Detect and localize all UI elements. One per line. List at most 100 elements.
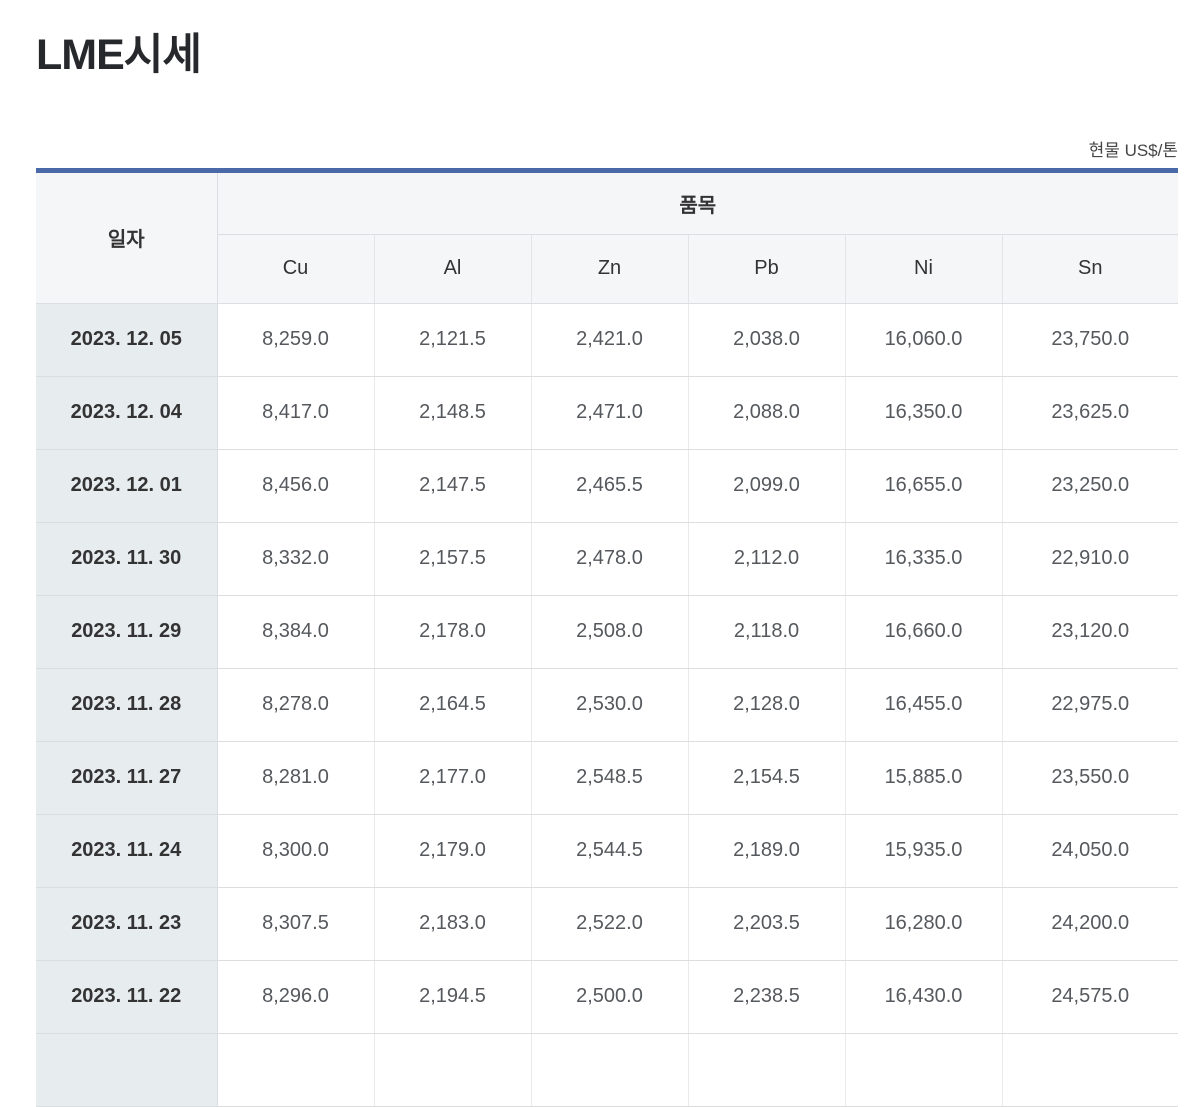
table-row-partial: [36, 1033, 1178, 1106]
price-cell-pb: 2,099.0: [688, 449, 845, 522]
date-cell: 2023. 11. 28: [36, 668, 217, 741]
table-row: 2023. 12. 058,259.02,121.52,421.02,038.0…: [36, 303, 1178, 376]
price-cell-pb: 2,189.0: [688, 814, 845, 887]
price-cell-empty: [1002, 1033, 1178, 1106]
price-cell-al: 2,148.5: [374, 376, 531, 449]
price-cell-al: 2,147.5: [374, 449, 531, 522]
price-cell-ni: 16,280.0: [845, 887, 1002, 960]
price-cell-cu: 8,300.0: [217, 814, 374, 887]
column-header-ni: Ni: [845, 234, 1002, 303]
price-cell-pb: 2,128.0: [688, 668, 845, 741]
price-cell-sn: 23,625.0: [1002, 376, 1178, 449]
price-cell-sn: 23,750.0: [1002, 303, 1178, 376]
price-cell-ni: 16,430.0: [845, 960, 1002, 1033]
table-row: 2023. 11. 228,296.02,194.52,500.02,238.5…: [36, 960, 1178, 1033]
date-cell: 2023. 11. 29: [36, 595, 217, 668]
price-cell-cu: 8,384.0: [217, 595, 374, 668]
table-row: 2023. 11. 298,384.02,178.02,508.02,118.0…: [36, 595, 1178, 668]
price-cell-empty: [531, 1033, 688, 1106]
price-cell-cu: 8,332.0: [217, 522, 374, 595]
table-body: 2023. 12. 058,259.02,121.52,421.02,038.0…: [36, 303, 1178, 1106]
price-cell-al: 2,164.5: [374, 668, 531, 741]
price-cell-pb: 2,238.5: [688, 960, 845, 1033]
price-cell-zn: 2,500.0: [531, 960, 688, 1033]
price-cell-cu: 8,278.0: [217, 668, 374, 741]
price-cell-ni: 15,935.0: [845, 814, 1002, 887]
price-cell-empty: [688, 1033, 845, 1106]
items-group-header: 품목: [217, 170, 1178, 234]
price-cell-pb: 2,088.0: [688, 376, 845, 449]
price-cell-empty: [845, 1033, 1002, 1106]
date-cell: [36, 1033, 217, 1106]
date-cell: 2023. 11. 30: [36, 522, 217, 595]
column-header-sn: Sn: [1002, 234, 1178, 303]
date-cell: 2023. 11. 27: [36, 741, 217, 814]
price-cell-zn: 2,421.0: [531, 303, 688, 376]
price-cell-cu: 8,307.5: [217, 887, 374, 960]
price-cell-zn: 2,471.0: [531, 376, 688, 449]
price-cell-zn: 2,465.5: [531, 449, 688, 522]
price-cell-empty: [374, 1033, 531, 1106]
price-cell-sn: 22,910.0: [1002, 522, 1178, 595]
price-cell-pb: 2,038.0: [688, 303, 845, 376]
table-row: 2023. 12. 018,456.02,147.52,465.52,099.0…: [36, 449, 1178, 522]
date-cell: 2023. 12. 05: [36, 303, 217, 376]
price-cell-zn: 2,508.0: [531, 595, 688, 668]
column-header-cu: Cu: [217, 234, 374, 303]
header-group-row: 일자 품목: [36, 170, 1178, 234]
price-cell-al: 2,177.0: [374, 741, 531, 814]
price-cell-sn: 23,120.0: [1002, 595, 1178, 668]
price-cell-zn: 2,548.5: [531, 741, 688, 814]
price-cell-ni: 16,060.0: [845, 303, 1002, 376]
date-cell: 2023. 12. 01: [36, 449, 217, 522]
price-cell-pb: 2,112.0: [688, 522, 845, 595]
price-cell-ni: 16,350.0: [845, 376, 1002, 449]
lme-price-page: LME시세 현물 US$/톤 일자 품목 CuAlZnPbNiSn 2023. …: [0, 30, 1195, 1107]
price-cell-cu: 8,281.0: [217, 741, 374, 814]
price-cell-sn: 24,050.0: [1002, 814, 1178, 887]
price-cell-al: 2,183.0: [374, 887, 531, 960]
price-cell-pb: 2,203.5: [688, 887, 845, 960]
table-header: 일자 품목 CuAlZnPbNiSn: [36, 170, 1178, 303]
price-cell-sn: 23,250.0: [1002, 449, 1178, 522]
price-cell-zn: 2,478.0: [531, 522, 688, 595]
date-cell: 2023. 12. 04: [36, 376, 217, 449]
price-cell-ni: 16,660.0: [845, 595, 1002, 668]
price-cell-al: 2,178.0: [374, 595, 531, 668]
column-header-al: Al: [374, 234, 531, 303]
date-cell: 2023. 11. 24: [36, 814, 217, 887]
price-cell-pb: 2,154.5: [688, 741, 845, 814]
price-cell-al: 2,121.5: [374, 303, 531, 376]
price-cell-ni: 15,885.0: [845, 741, 1002, 814]
price-cell-al: 2,194.5: [374, 960, 531, 1033]
price-cell-cu: 8,456.0: [217, 449, 374, 522]
price-cell-sn: 22,975.0: [1002, 668, 1178, 741]
price-cell-sn: 24,200.0: [1002, 887, 1178, 960]
price-cell-pb: 2,118.0: [688, 595, 845, 668]
price-cell-ni: 16,455.0: [845, 668, 1002, 741]
date-cell: 2023. 11. 23: [36, 887, 217, 960]
table-row: 2023. 12. 048,417.02,148.52,471.02,088.0…: [36, 376, 1178, 449]
price-cell-cu: 8,259.0: [217, 303, 374, 376]
price-cell-ni: 16,335.0: [845, 522, 1002, 595]
price-cell-zn: 2,544.5: [531, 814, 688, 887]
date-cell: 2023. 11. 22: [36, 960, 217, 1033]
unit-note: 현물 US$/톤: [36, 136, 1178, 161]
price-cell-sn: 24,575.0: [1002, 960, 1178, 1033]
price-cell-al: 2,179.0: [374, 814, 531, 887]
table-row: 2023. 11. 248,300.02,179.02,544.52,189.0…: [36, 814, 1178, 887]
price-cell-cu: 8,296.0: [217, 960, 374, 1033]
price-cell-cu: 8,417.0: [217, 376, 374, 449]
price-cell-ni: 16,655.0: [845, 449, 1002, 522]
table-row: 2023. 11. 238,307.52,183.02,522.02,203.5…: [36, 887, 1178, 960]
column-header-pb: Pb: [688, 234, 845, 303]
page-title: LME시세: [36, 30, 1178, 82]
price-cell-zn: 2,530.0: [531, 668, 688, 741]
date-column-header: 일자: [36, 170, 217, 303]
table-row: 2023. 11. 288,278.02,164.52,530.02,128.0…: [36, 668, 1178, 741]
table-row: 2023. 11. 308,332.02,157.52,478.02,112.0…: [36, 522, 1178, 595]
price-cell-empty: [217, 1033, 374, 1106]
price-cell-sn: 23,550.0: [1002, 741, 1178, 814]
column-header-zn: Zn: [531, 234, 688, 303]
lme-price-table: 일자 품목 CuAlZnPbNiSn 2023. 12. 058,259.02,…: [36, 168, 1178, 1107]
